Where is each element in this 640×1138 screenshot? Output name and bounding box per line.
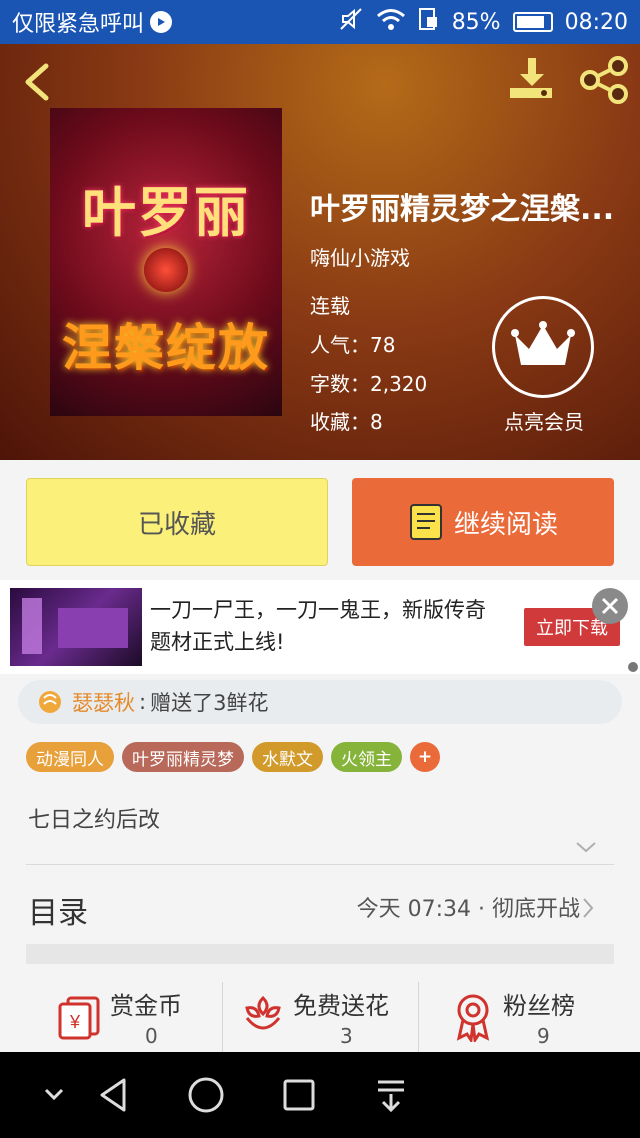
collected-label: 已收藏 (137, 509, 216, 540)
close-icon (601, 597, 619, 615)
book-popularity: 人气：78 (310, 333, 396, 357)
back-triangle-icon (100, 1078, 126, 1112)
vip-label[interactable]: 点亮会员 (488, 406, 600, 435)
nav-home-button[interactable] (183, 1072, 229, 1118)
system-nav-bar (0, 1052, 640, 1138)
book-word-count: 字数：2,320 (310, 372, 428, 396)
book-author[interactable]: 嗨仙小游戏 (310, 242, 410, 271)
nav-notification-button[interactable] (368, 1072, 414, 1118)
share-icon (580, 56, 628, 104)
add-tag-button[interactable]: + (410, 742, 440, 772)
nav-recents-button[interactable] (276, 1072, 322, 1118)
stat-reward-coins[interactable]: ¥ 赏金币 0 (0, 976, 222, 1052)
collected-button[interactable]: 已收藏 (26, 478, 328, 566)
tag-item[interactable]: 火领主 (331, 742, 402, 772)
mute-icon (338, 6, 364, 38)
sim-icon (418, 7, 440, 37)
ad-text: 一刀一尸王，一刀一鬼王，新版传奇题材正式上线! (150, 598, 486, 654)
book-title: 叶罗丽精灵梦之涅槃... (310, 192, 615, 227)
section-band (26, 944, 614, 964)
share-button[interactable] (578, 54, 630, 106)
stat-fan-ranking[interactable]: 粉丝榜 9 (419, 976, 640, 1052)
battery-percent: 85% (451, 9, 501, 35)
download-button[interactable] (506, 54, 556, 104)
crown-icon (511, 321, 575, 365)
book-status: 连载 (310, 294, 350, 318)
book-cover[interactable]: 叶罗丽 涅槃绽放 (50, 108, 282, 416)
gift-message: 赠送了3鲜花 (150, 691, 269, 715)
gift-icon (39, 691, 61, 713)
chevron-down-icon (44, 1088, 64, 1101)
back-button[interactable] (18, 60, 58, 104)
gift-separator: : (139, 690, 147, 714)
book-icon (409, 504, 442, 540)
gift-sender: 瑟瑟秋 (72, 691, 135, 715)
stat-label: 粉丝榜 (503, 992, 575, 1020)
stat-label: 赏金币 (110, 992, 182, 1020)
ad-mark-icon (628, 662, 638, 672)
wifi-icon (376, 7, 406, 37)
stat-value: 0 (145, 1024, 158, 1048)
ad-close-button[interactable] (592, 588, 628, 624)
vip-button[interactable] (492, 296, 594, 398)
toc-latest-chapter[interactable]: 今天 07:34 · 彻底开战 (357, 891, 580, 923)
expand-button[interactable] (574, 838, 598, 856)
tag-list: 动漫同人 叶罗丽精灵梦 水默文 火领主 + (26, 742, 440, 772)
red-envelope-icon: ¥ (58, 996, 100, 1040)
divider (26, 864, 614, 865)
cover-title: 叶罗丽 (82, 181, 250, 244)
pull-down-icon (378, 1080, 404, 1113)
svg-text:¥: ¥ (69, 1012, 81, 1032)
nav-back-button[interactable] (92, 1072, 138, 1118)
stat-value: 9 (537, 1024, 550, 1048)
gift-notice[interactable]: 瑟瑟秋 : 赠送了3鲜花 (18, 680, 622, 724)
battery-icon (512, 12, 553, 32)
ad-thumbnail (10, 588, 142, 666)
tag-item[interactable]: 叶罗丽精灵梦 (122, 742, 244, 772)
badge-icon (456, 994, 490, 1042)
stats-bar: ¥ 赏金币 0 免费送花 3 粉丝榜 9 (0, 976, 640, 1052)
chevron-right-icon (583, 898, 594, 918)
stat-free-flowers[interactable]: 免费送花 3 (223, 976, 418, 1052)
stat-value: 3 (340, 1024, 353, 1048)
carrier-text: 仅限紧急呼叫 (12, 12, 145, 37)
tag-item[interactable]: 水默文 (252, 742, 323, 772)
chevron-down-icon (576, 842, 596, 853)
cover-subtitle: 涅槃绽放 (62, 319, 270, 377)
status-bar: 仅限紧急呼叫 85% 08:20 (0, 0, 640, 44)
tag-item[interactable]: 动漫同人 (26, 742, 114, 772)
back-arrow-icon (25, 63, 49, 101)
stat-label: 免费送花 (293, 992, 389, 1020)
download-icon (510, 58, 552, 98)
carrier-badge-icon (150, 11, 173, 33)
toc-title[interactable]: 目录 (28, 888, 88, 932)
continue-reading-button[interactable]: 继续阅读 (352, 478, 614, 566)
book-description: 七日之约后改 (28, 808, 161, 833)
recents-square-icon (283, 1079, 315, 1111)
book-favorites: 收藏：8 (310, 410, 383, 434)
status-time: 08:20 (564, 9, 628, 35)
continue-reading-label: 继续阅读 (453, 509, 558, 540)
cover-gem-icon (144, 248, 188, 292)
carrier-area: 仅限紧急呼叫 (12, 6, 173, 38)
nav-collapse-button[interactable] (38, 1072, 84, 1118)
home-circle-icon (188, 1077, 224, 1113)
flower-icon (245, 995, 281, 1030)
toc-chevron[interactable] (580, 896, 596, 920)
